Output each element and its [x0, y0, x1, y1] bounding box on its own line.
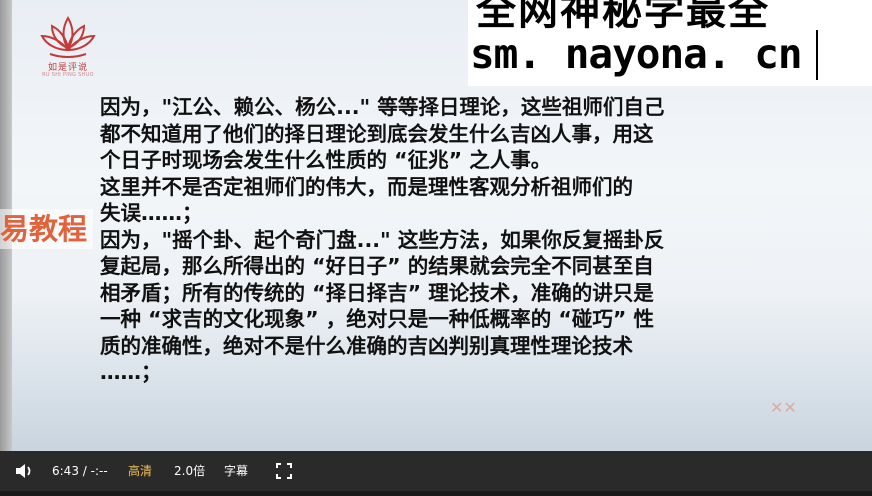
fullscreen-icon	[276, 463, 292, 479]
banner-url: sm. nayona. cn	[470, 30, 803, 78]
slide-line: 相矛盾；所有的传统的 “择日择吉” 理论技术，准确的讲只是	[100, 280, 654, 305]
player-controls: 6:43 / -:-- 高清 2.0倍 字幕	[0, 451, 872, 491]
slide-text: 因为，"江公、赖公、杨公..." 等等择日理论，这些祖师们自己 都不知道用了他们的…	[100, 94, 800, 386]
slide-line: 复起局，那么所得出的 “好日子” 的结果就会完全不同甚至自	[100, 254, 654, 278]
volume-button[interactable]	[14, 451, 36, 491]
left-watermark: 易教程	[0, 209, 94, 249]
quality-button[interactable]: 高清	[128, 451, 152, 491]
slide-line: 一种 “求吉的文化现象” ，绝对只是一种低概率的 “碰巧” 性	[100, 307, 654, 331]
channel-logo: 如是评说 RU SHI PING SHUO	[30, 14, 106, 84]
time-display: 6:43 / -:--	[52, 464, 108, 478]
watermark-banner: 全网神秘学最全 sm. nayona. cn	[468, 0, 872, 86]
slide-line: 这里并不是否定祖师们的伟大，而是理性客观分析祖师们的	[100, 174, 633, 199]
right-watermark-decor: ✕✕	[770, 398, 797, 417]
slide-line: 质的准确性，绝对不是什么准确的吉凶判别真理性理论技术	[100, 333, 633, 358]
slide-line: 因为，"摇个卦、起个奇门盘..." 这些方法，如果你反复摇卦反	[100, 227, 665, 252]
slide-line: 个日子时现场会发生什么性质的 “征兆” 之人事。	[100, 148, 552, 172]
slide-line: ……；	[100, 360, 162, 384]
subtitle-button[interactable]: 字幕	[224, 451, 248, 491]
slide-line: 因为，"江公、赖公、杨公..." 等等择日理论，这些祖师们自己	[100, 95, 665, 119]
volume-icon	[16, 464, 31, 478]
text-cursor	[816, 30, 818, 80]
lotus-logo-icon	[40, 16, 96, 58]
fullscreen-button[interactable]	[276, 451, 294, 491]
logo-subtext: RU SHI PING SHUO	[42, 72, 94, 78]
speed-button[interactable]: 2.0倍	[174, 451, 205, 491]
slide-line: 失误……；	[100, 201, 203, 225]
slide-line: 都不知道用了他们的择日理论到底会发生什么吉凶人事，用这	[100, 121, 654, 146]
video-frame[interactable]: 如是评说 RU SHI PING SHUO 全网神秘学最全 sm. nayona…	[0, 0, 872, 451]
